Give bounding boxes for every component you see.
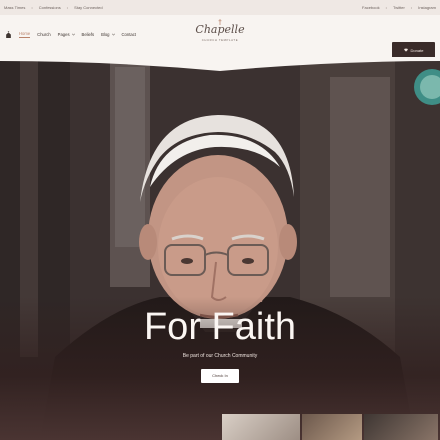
separator-dot: • [385, 5, 388, 10]
logo-wordmark: Chapelle [195, 23, 245, 36]
chevron-down-icon [111, 33, 115, 36]
main-nav: Home Church Pages Beliefs Blog Contact [5, 31, 136, 38]
separator-dot: • [410, 5, 413, 10]
heart-icon [403, 48, 408, 52]
site-header: Home Church Pages Beliefs Blog Contact C… [0, 15, 440, 58]
logo-tagline: CHURCH TEMPLATE [201, 38, 239, 42]
top-link-confessions[interactable]: Confessions [39, 5, 61, 10]
church-home-icon[interactable] [5, 31, 12, 38]
top-bar: Mass Times • Confessions • Stay Connecte… [0, 0, 440, 15]
nav-item-church[interactable]: Church [37, 32, 51, 37]
separator-dot: • [66, 5, 69, 10]
thumbnail-image[interactable] [364, 414, 438, 440]
social-link-instagram[interactable]: Instagram [418, 5, 436, 10]
header-arch-divider [0, 57, 440, 71]
nav-item-blog[interactable]: Blog [101, 32, 115, 37]
site-logo[interactable]: Chapelle CHURCH TEMPLATE [185, 19, 255, 49]
nav-item-label: Pages [57, 32, 70, 37]
hero-section: For Faith Be part of our Church Communit… [0, 57, 440, 440]
cross-icon [218, 19, 222, 25]
nav-item-beliefs[interactable]: Beliefs [82, 32, 95, 37]
nav-item-label: Contact [121, 32, 136, 37]
thumbnail-image[interactable] [222, 414, 300, 440]
separator-dot: • [31, 5, 33, 10]
hero-subtitle: Be part of our Church Community [182, 353, 258, 359]
nav-item-home[interactable]: Home [19, 31, 31, 38]
hero-content: For Faith Be part of our Church Communit… [0, 307, 440, 383]
top-bar-left: Mass Times • Confessions • Stay Connecte… [4, 5, 103, 10]
top-link-stay-connected[interactable]: Stay Connected [74, 5, 102, 10]
nav-item-label: Church [37, 32, 51, 37]
hero-title: For Faith [143, 306, 297, 348]
page: Mass Times • Confessions • Stay Connecte… [0, 0, 440, 440]
top-link-mass-times[interactable]: Mass Times [4, 5, 25, 10]
thumbnail-image[interactable] [302, 414, 362, 440]
social-link-facebook[interactable]: Facebook [362, 5, 380, 10]
chevron-down-icon [71, 33, 75, 36]
nav-item-pages[interactable]: Pages [58, 32, 75, 37]
donate-button[interactable]: Donate [392, 42, 435, 58]
nav-item-label: Beliefs [81, 32, 95, 37]
donate-label: Donate [410, 47, 424, 53]
check-in-button[interactable]: Check In [201, 369, 239, 383]
nav-item-contact[interactable]: Contact [122, 32, 136, 37]
social-link-twitter[interactable]: Twitter [393, 5, 405, 10]
top-bar-right: Facebook • Twitter • Instagram [362, 5, 436, 10]
nav-item-label: Home [19, 31, 31, 36]
thumbnail-strip [222, 414, 440, 440]
nav-item-label: Blog [101, 32, 110, 37]
